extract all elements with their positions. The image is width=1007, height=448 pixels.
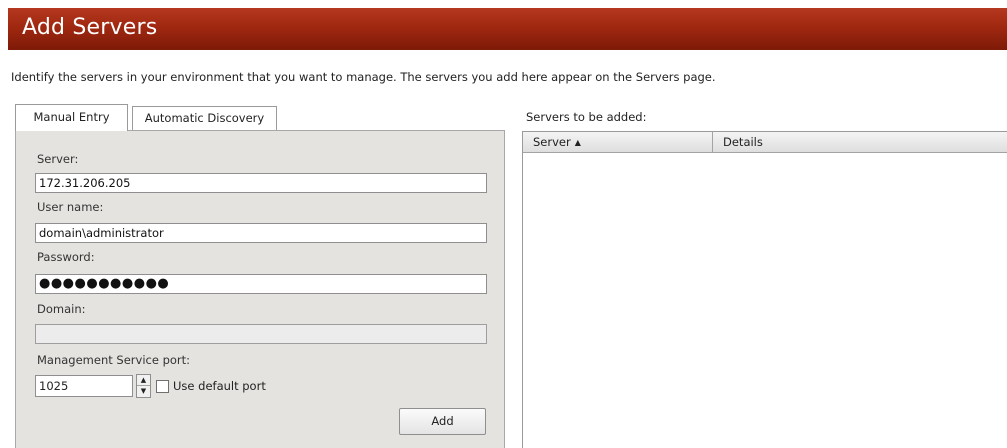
username-input[interactable]: domain\administrator [35,223,487,243]
intro-text: Identify the servers in your environment… [11,70,716,84]
domain-input[interactable] [35,324,487,344]
username-label: User name: [37,200,104,214]
manual-entry-panel: Server: 172.31.206.205 User name: domain… [15,130,505,448]
add-button[interactable]: Add [399,408,486,435]
stepper-up-icon[interactable]: ▲ [137,375,150,386]
title-bar: Add Servers [8,8,1007,50]
sort-ascending-icon: ▲ [574,138,581,147]
port-input[interactable]: 1025 [35,375,133,397]
servers-to-add-label: Servers to be added: [526,110,647,124]
password-input[interactable]: ●●●●●●●●●●● [35,274,487,294]
column-header-server[interactable]: Server ▲ [523,132,713,153]
server-label: Server: [37,152,79,166]
server-input[interactable]: 172.31.206.205 [35,173,487,193]
column-server-label: Server [533,135,571,149]
domain-label: Domain: [37,302,86,316]
tab-automatic-discovery[interactable]: Automatic Discovery [132,106,277,130]
list-header: Server ▲ Details [523,132,1007,153]
port-stepper[interactable]: ▲ ▼ [136,374,151,398]
tab-manual-entry[interactable]: Manual Entry [15,104,128,131]
stepper-down-icon[interactable]: ▼ [137,386,150,397]
servers-to-add-list[interactable]: Server ▲ Details [522,131,1007,448]
password-label: Password: [37,250,95,264]
use-default-port-label[interactable]: Use default port [173,379,266,393]
column-header-details[interactable]: Details [713,132,1007,153]
port-label: Management Service port: [37,353,191,367]
page-title: Add Servers [22,15,158,40]
use-default-port-checkbox[interactable] [156,380,169,393]
